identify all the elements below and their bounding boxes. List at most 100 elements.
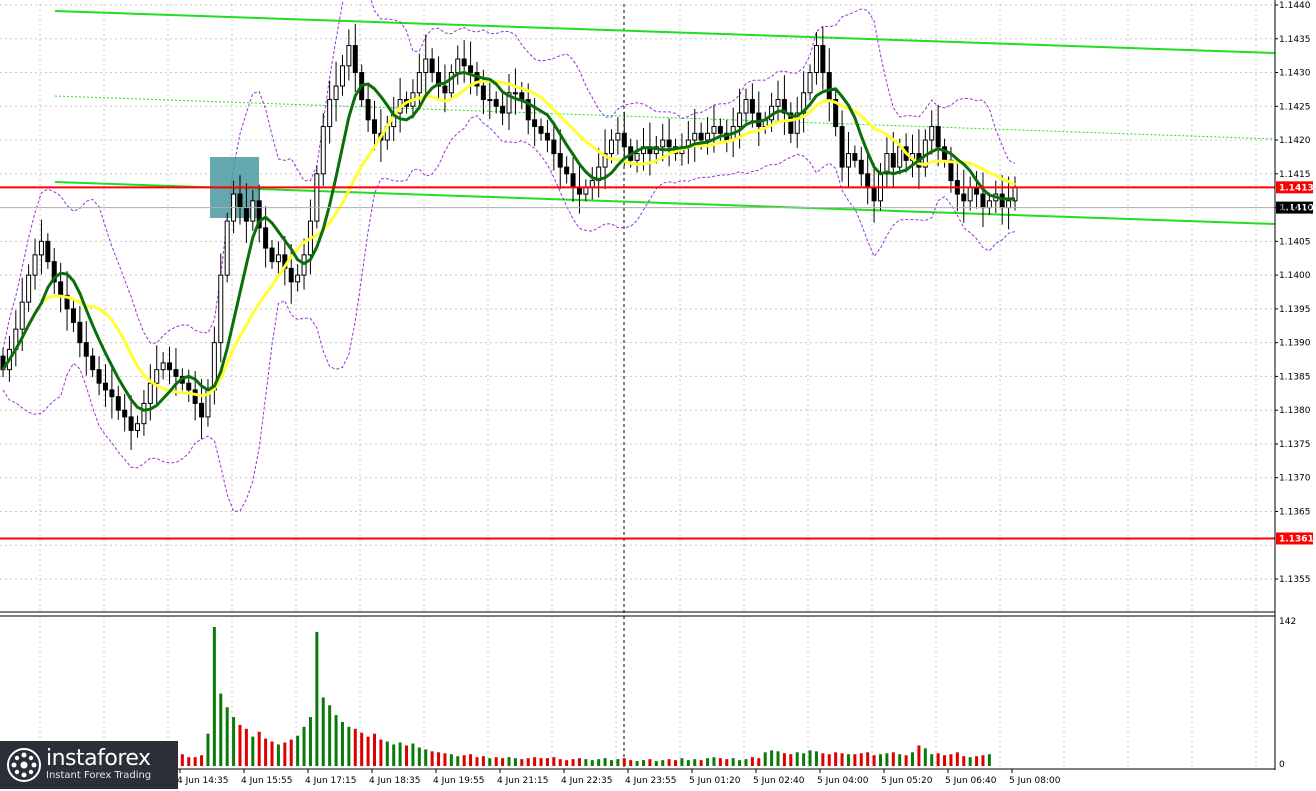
volume-bar	[597, 759, 601, 766]
bull-candle	[967, 186, 973, 202]
volume-bar	[328, 705, 332, 766]
bear-candle	[109, 389, 115, 398]
bear-candle	[243, 207, 249, 222]
volume-bar	[648, 759, 652, 766]
volume-bar	[930, 754, 934, 766]
bear-candle	[500, 105, 506, 114]
bear-candle	[70, 308, 76, 323]
time-tick-label: 4 Jun 19:55	[433, 776, 484, 786]
volume-bar	[469, 754, 473, 766]
volume-bar	[686, 760, 690, 766]
volume-bar	[212, 627, 216, 766]
bull-candle	[314, 173, 320, 222]
volume-bar	[437, 752, 441, 766]
bear-candle	[461, 58, 467, 67]
bear-candle	[442, 85, 448, 94]
volume-bar	[238, 724, 242, 766]
volume-bar	[302, 726, 306, 766]
time-tick-label: 5 Jun 05:20	[881, 776, 933, 786]
volume-bar	[501, 758, 505, 766]
price-tick-label: 1.1440	[1279, 1, 1311, 11]
volume-bar	[949, 754, 953, 766]
volume-bar	[347, 726, 351, 766]
bear-candle	[961, 193, 967, 202]
volume-bar	[706, 758, 710, 766]
volume-bar	[372, 733, 376, 766]
price-tick-label: 1.1425	[1279, 102, 1311, 112]
volume-bar	[853, 754, 857, 766]
bull-candle	[218, 274, 224, 344]
bear-candle	[570, 173, 576, 188]
volume-bar	[725, 759, 729, 766]
volume-bar	[456, 756, 460, 766]
volume-bar	[904, 755, 908, 766]
volume-bar	[622, 758, 626, 766]
volume-bar	[987, 754, 991, 766]
bull-candle	[250, 200, 256, 222]
volume-bar	[270, 741, 274, 766]
volume-bar	[680, 758, 684, 766]
level-price-label: 1.1413	[1279, 183, 1314, 193]
volume-bar	[699, 760, 703, 766]
bear-candle	[865, 173, 871, 188]
bull-candle	[346, 45, 352, 67]
volume-bar	[571, 759, 575, 766]
bull-candle	[583, 186, 589, 195]
bull-candle	[141, 402, 147, 425]
bear-candle	[826, 72, 832, 101]
bear-candle	[371, 119, 377, 134]
volume-bar	[802, 753, 806, 766]
bull-candle	[660, 139, 666, 148]
volume-bar	[661, 760, 665, 766]
bull-candle	[807, 72, 813, 94]
price-tick-label: 1.1400	[1279, 271, 1311, 281]
volume-bar	[654, 761, 658, 766]
volume-bar	[379, 739, 383, 766]
price-tick-label: 1.1430	[1279, 69, 1311, 79]
volume-bar	[225, 707, 229, 766]
logo-name: instaforex	[46, 746, 151, 771]
bear-candle	[352, 45, 358, 74]
volume-bar	[923, 748, 927, 766]
bull-candle	[339, 65, 345, 87]
bull-candle	[154, 369, 160, 384]
price-tick-label: 1.1370	[1279, 474, 1311, 484]
price-tick-label: 1.1405	[1279, 237, 1311, 247]
price-tick-label: 1.1380	[1279, 406, 1311, 416]
volume-bar	[398, 742, 402, 766]
bull-candle	[711, 126, 717, 134]
volume-bar	[494, 757, 498, 766]
time-tick-label: 5 Jun 02:40	[753, 776, 805, 786]
bear-candle	[45, 240, 51, 263]
bull-candle	[423, 58, 429, 74]
volume-bar	[750, 757, 754, 766]
bear-candle	[102, 382, 108, 391]
volume-bar	[917, 745, 921, 766]
time-tick-label: 4 Jun 21:15	[497, 776, 548, 786]
volume-bar	[488, 758, 492, 766]
bear-candle	[77, 321, 83, 344]
volume-bar	[975, 756, 979, 766]
volume-bar	[629, 760, 633, 766]
bear-candle	[173, 369, 179, 377]
bull-candle	[897, 146, 903, 168]
bull-candle	[416, 72, 422, 94]
bull-candle	[608, 139, 614, 155]
bear-candle	[122, 409, 128, 418]
volume-bar	[257, 731, 261, 766]
volume-bar	[405, 745, 409, 766]
volume-bar	[206, 733, 210, 766]
bear-candle	[820, 45, 826, 74]
bull-candle	[743, 99, 749, 114]
bear-candle	[666, 139, 672, 148]
volume-bar	[475, 757, 479, 766]
volume-bar	[744, 759, 748, 766]
volume-bar	[533, 757, 537, 766]
volume-bar	[264, 738, 268, 766]
bear-candle	[429, 58, 435, 74]
bull-candle	[275, 254, 281, 263]
price-tick-label: 1.1355	[1279, 575, 1311, 585]
bear-candle	[564, 166, 570, 175]
price-tick-label: 1.1420	[1279, 136, 1311, 146]
volume-bar	[200, 755, 204, 766]
